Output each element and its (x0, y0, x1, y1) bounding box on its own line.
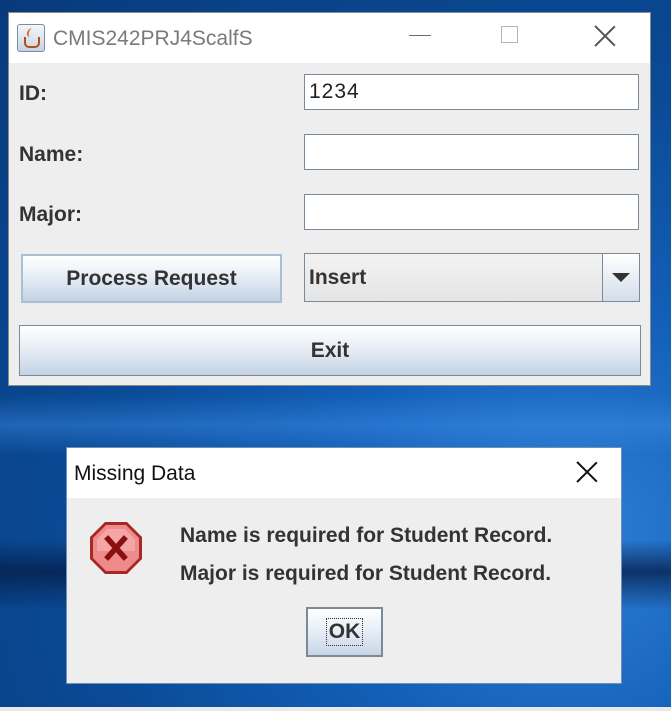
missing-data-dialog: Missing Data Name is required for Studen… (66, 447, 622, 684)
title-bar[interactable]: CMIS242PRJ4ScalfS (9, 13, 650, 63)
id-label: ID: (19, 82, 47, 105)
close-icon[interactable] (574, 459, 600, 485)
main-window: CMIS242PRJ4ScalfS ID: 1234 Name: Major: … (8, 12, 651, 386)
desktop-bottom-strip (0, 707, 671, 711)
dialog-message-line: Major is required for Student Record. (180, 562, 552, 585)
minimize-icon[interactable] (409, 35, 431, 36)
request-type-value: Insert (309, 266, 367, 289)
dialog-title: Missing Data (74, 462, 196, 485)
id-field[interactable]: 1234 (304, 74, 639, 110)
name-field[interactable] (304, 134, 639, 170)
desktop-streak (0, 395, 671, 455)
error-icon (90, 522, 142, 574)
dialog-title-bar[interactable]: Missing Data (67, 448, 621, 498)
exit-button[interactable]: Exit (19, 325, 641, 376)
dialog-message-line: Name is required for Student Record. (180, 524, 553, 547)
maximize-icon (501, 26, 518, 43)
java-cup-icon[interactable] (17, 24, 45, 52)
chevron-down-icon[interactable] (602, 254, 639, 301)
ok-button[interactable]: OK (306, 607, 383, 657)
ok-button-label: OK (325, 618, 364, 646)
major-label: Major: (19, 203, 82, 226)
request-type-dropdown[interactable]: Insert (304, 253, 640, 302)
process-request-button[interactable]: Process Request (21, 254, 282, 303)
major-field[interactable] (304, 194, 639, 230)
close-icon[interactable] (592, 23, 618, 49)
name-label: Name: (19, 143, 84, 166)
window-title: CMIS242PRJ4ScalfS (53, 27, 253, 50)
